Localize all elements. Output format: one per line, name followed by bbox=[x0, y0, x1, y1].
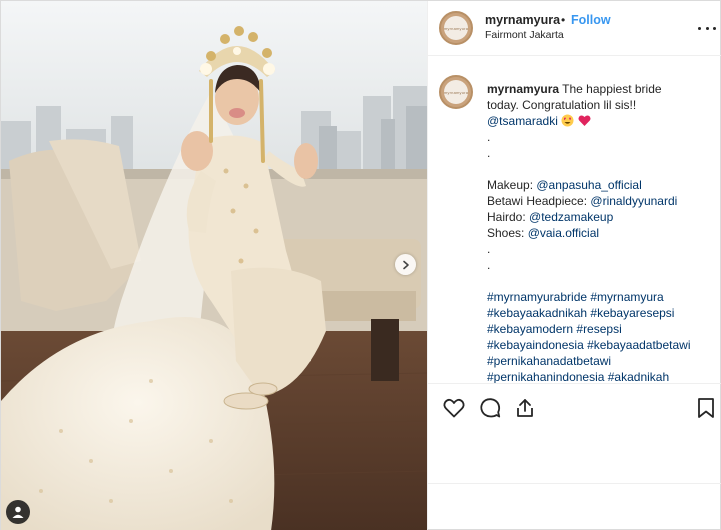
caption-dot: . bbox=[487, 130, 491, 144]
mention-link[interactable]: @anpasuha_official bbox=[536, 178, 641, 192]
avatar-logo: myrnamyura bbox=[444, 80, 468, 104]
red-heart-emoji-icon bbox=[578, 115, 591, 126]
location-link[interactable]: Fairmont Jakarta bbox=[485, 29, 564, 41]
mention-link[interactable]: @tsamaradki bbox=[487, 114, 558, 128]
avatar[interactable]: myrnamyura bbox=[439, 11, 473, 45]
more-dot bbox=[705, 26, 709, 30]
bride-photo-illustration bbox=[1, 1, 427, 530]
comment-section bbox=[428, 483, 721, 530]
mention-link[interactable]: @vaia.official bbox=[528, 226, 599, 240]
user-tag-icon bbox=[12, 506, 24, 518]
hashtag-link[interactable]: #kebayaakadnikah #kebayaresepsi bbox=[487, 305, 712, 321]
credit-label: Makeup: bbox=[487, 178, 537, 192]
caption-scroll-area[interactable]: myrnamyura myrnamyura The happiest bride… bbox=[428, 57, 721, 383]
caption-dot: . bbox=[487, 242, 491, 256]
avatar-logo-text: myrnamyura bbox=[443, 89, 469, 95]
avatar-logo: myrnamyura bbox=[444, 16, 468, 40]
instagram-post: myrnamyura myrnamyura • Follow Fairmont … bbox=[0, 0, 721, 530]
caption-avatar[interactable]: myrnamyura bbox=[439, 75, 473, 109]
header-separator: • bbox=[561, 13, 566, 27]
action-bar bbox=[428, 383, 721, 431]
caption-line-2: today. Congratulation lil sis!! bbox=[487, 98, 637, 112]
caption-dot: . bbox=[487, 258, 491, 272]
follow-button[interactable]: Follow bbox=[571, 13, 611, 27]
post-header: myrnamyura myrnamyura • Follow Fairmont … bbox=[428, 1, 721, 56]
comment-button[interactable] bbox=[478, 396, 502, 420]
mention-link[interactable]: @tedzamakeup bbox=[529, 210, 613, 224]
share-icon bbox=[517, 399, 533, 417]
comment-icon bbox=[480, 398, 501, 418]
like-button[interactable] bbox=[442, 396, 466, 420]
share-button[interactable] bbox=[513, 396, 537, 420]
hashtag-link[interactable]: #myrnamyurabride #myrnamyura bbox=[487, 289, 712, 305]
caption-line-3: @tsamaradki bbox=[487, 113, 712, 129]
heart-eyes-emoji-icon bbox=[561, 114, 574, 127]
more-dot bbox=[698, 26, 701, 30]
credit-label: Betawi Headpiece: bbox=[487, 194, 591, 208]
credit-hairdo: Hairdo: @tedzamakeup bbox=[487, 209, 712, 225]
more-options-icon[interactable] bbox=[698, 19, 716, 37]
credit-label: Hairdo: bbox=[487, 210, 530, 224]
credit-headpiece: Betawi Headpiece: @rinaldyyunardi bbox=[487, 193, 712, 209]
credit-makeup: Makeup: @anpasuha_official bbox=[487, 177, 712, 193]
tagged-users-button[interactable] bbox=[6, 500, 30, 524]
credit-shoes: Shoes: @vaia.official bbox=[487, 225, 712, 241]
mention-link[interactable]: @rinaldyyunardi bbox=[590, 194, 677, 208]
post-sidebar: myrnamyura myrnamyura • Follow Fairmont … bbox=[427, 1, 721, 530]
post-photo[interactable] bbox=[1, 1, 427, 530]
bookmark-icon bbox=[698, 398, 714, 418]
save-button[interactable] bbox=[694, 396, 718, 420]
hashtag-link[interactable]: #pernikahanadatbetawi bbox=[487, 353, 712, 369]
heart-icon bbox=[443, 398, 465, 418]
caption-line-1: myrnamyura The happiest bride bbox=[487, 81, 712, 97]
hashtag-link[interactable]: #kebayaindonesia #kebayaadatbetawi bbox=[487, 337, 712, 353]
header-username[interactable]: myrnamyura bbox=[485, 13, 560, 27]
post-caption: myrnamyura The happiest bride today. Con… bbox=[487, 81, 712, 383]
more-dot bbox=[713, 26, 716, 30]
hashtag-link[interactable]: #kebayamodern #resepsi bbox=[487, 321, 712, 337]
caption-dot: . bbox=[487, 146, 491, 160]
caption-username[interactable]: myrnamyura bbox=[487, 82, 559, 96]
avatar-logo-text: myrnamyura bbox=[443, 25, 469, 31]
hashtag-link[interactable]: #pernikahanindonesia #akadnikah bbox=[487, 369, 712, 383]
caption-text: The happiest bride bbox=[559, 82, 662, 96]
credit-label: Shoes: bbox=[487, 226, 528, 240]
chevron-right-icon bbox=[402, 260, 409, 269]
carousel-next-button[interactable] bbox=[395, 254, 416, 275]
